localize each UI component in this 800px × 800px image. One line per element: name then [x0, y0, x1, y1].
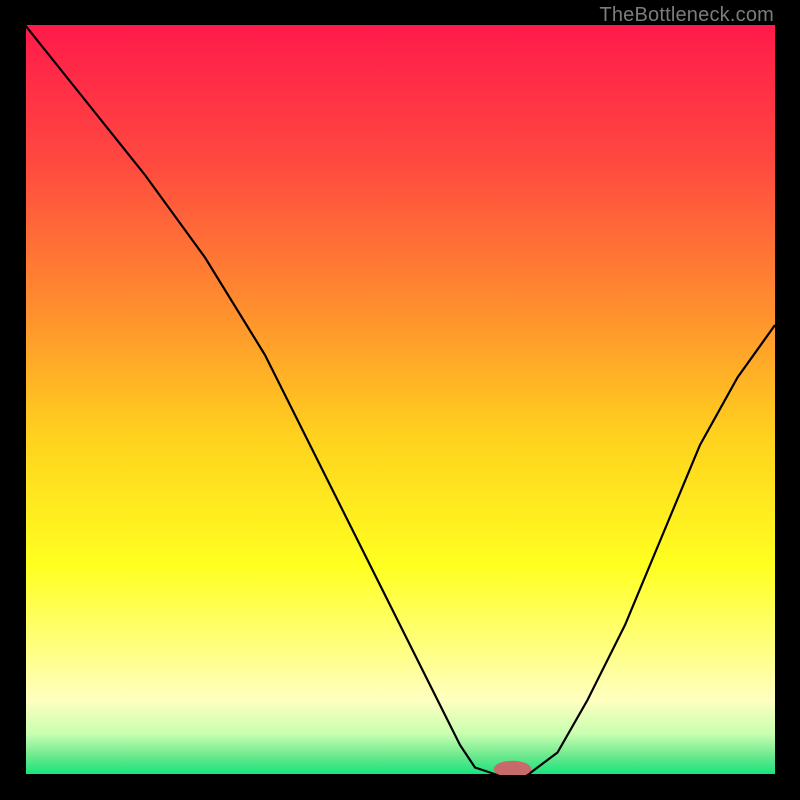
gradient-background — [25, 25, 775, 775]
watermark-text: TheBottleneck.com — [599, 4, 774, 27]
plot-area — [25, 25, 775, 775]
chart-container — [25, 25, 775, 775]
